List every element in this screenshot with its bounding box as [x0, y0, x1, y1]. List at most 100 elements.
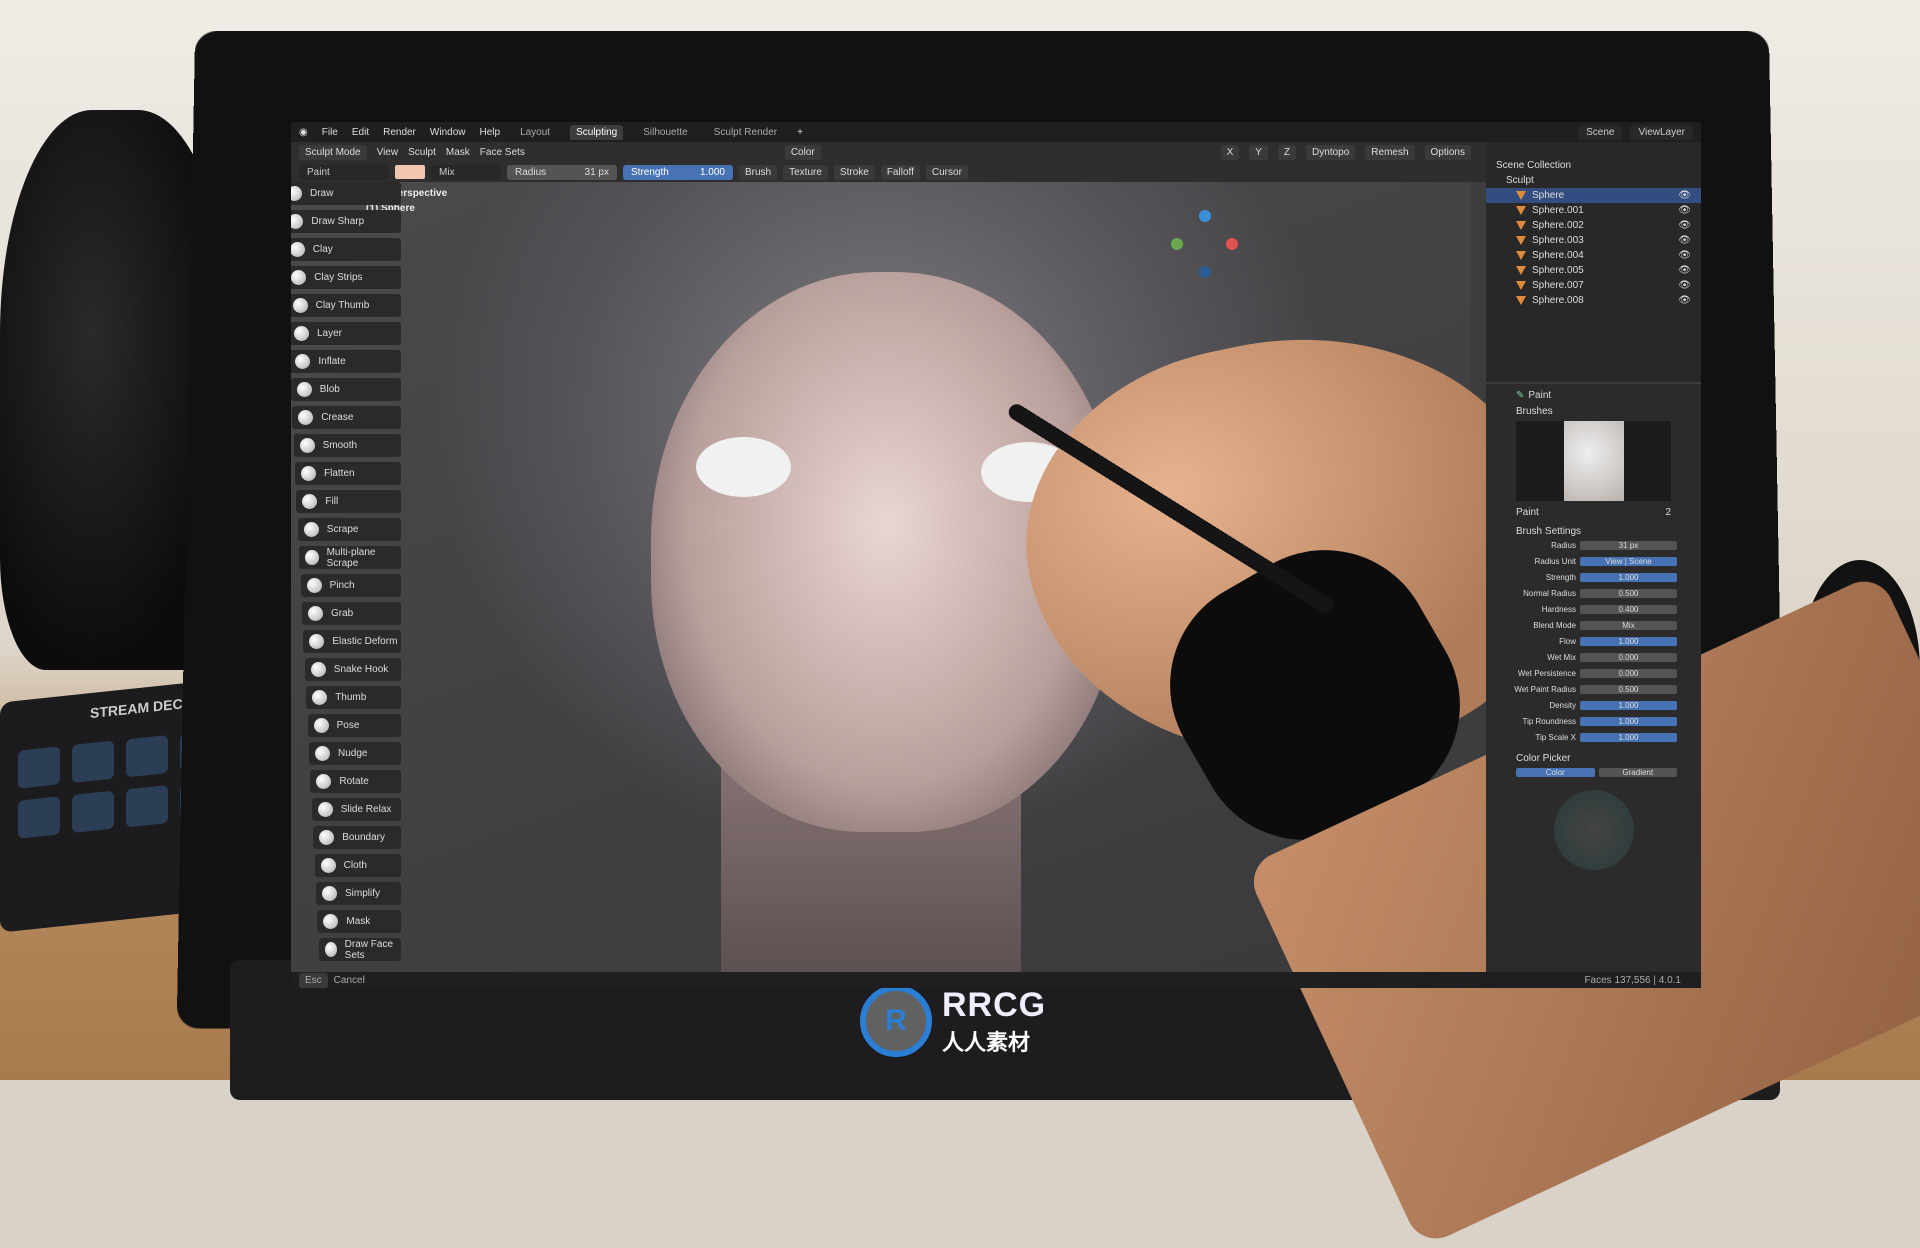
add-workspace-button[interactable]: + [797, 127, 803, 138]
color-wheel[interactable] [1553, 790, 1634, 870]
collection-sculpt[interactable]: Sculpt [1486, 173, 1701, 188]
outliner-object[interactable]: Sphere.007 👁 [1486, 278, 1701, 293]
tab-layout[interactable]: Layout [514, 125, 556, 140]
setting-value-field[interactable]: 1.000 [1580, 637, 1677, 646]
brush-settings-header[interactable]: Brush Settings [1486, 526, 1701, 537]
brush-selector[interactable]: Paint [299, 164, 389, 180]
color-picker-header[interactable]: Color Picker [1486, 753, 1701, 764]
visibility-eye-icon[interactable]: 👁 [1678, 265, 1691, 276]
radius-slider[interactable]: Radius 31 px [507, 164, 617, 180]
tool-inflate[interactable]: Inflate [291, 350, 401, 373]
cursor-dropdown[interactable]: Cursor [925, 164, 968, 180]
tool-multi-plane-scrape[interactable]: Multi-plane Scrape [299, 546, 401, 569]
tool-flatten[interactable]: Flatten [295, 462, 401, 485]
blend-mode-select[interactable]: Mix [431, 164, 501, 180]
visibility-eye-icon[interactable]: 👁 [1678, 250, 1691, 261]
tool-grab[interactable]: Grab [302, 602, 401, 625]
tool-nudge[interactable]: Nudge [309, 742, 401, 765]
symmetry-z[interactable]: Z [1277, 144, 1297, 160]
brush-color-swatch[interactable] [395, 165, 425, 179]
tool-slide-relax[interactable]: Slide Relax [311, 798, 401, 821]
view-layer-selector[interactable]: ViewLayer [1630, 124, 1693, 140]
tab-gradient[interactable]: Gradient [1598, 768, 1677, 777]
menu-sculpt[interactable]: Sculpt [408, 147, 436, 158]
tool-pinch[interactable]: Pinch [300, 574, 401, 597]
visibility-eye-icon[interactable]: 👁 [1678, 190, 1691, 201]
tool-blob[interactable]: Blob [291, 378, 401, 401]
setting-value-field[interactable]: 1.000 [1580, 717, 1677, 726]
setting-value-field[interactable]: 1.000 [1580, 573, 1677, 582]
tool-crease[interactable]: Crease [292, 406, 401, 429]
setting-value-field[interactable]: View | Scene [1580, 557, 1677, 566]
tool-fill[interactable]: Fill [296, 490, 401, 513]
setting-value-field[interactable]: 0.000 [1580, 669, 1677, 678]
tool-snake-hook[interactable]: Snake Hook [304, 658, 401, 681]
visibility-eye-icon[interactable]: 👁 [1678, 280, 1691, 291]
setting-value-field[interactable]: 1.000 [1580, 701, 1677, 710]
outliner-object[interactable]: Sphere.001 👁 [1486, 203, 1701, 218]
menu-mask[interactable]: Mask [446, 147, 470, 158]
tool-rotate[interactable]: Rotate [310, 770, 401, 793]
tool-clay[interactable]: Clay [291, 238, 401, 261]
remesh-dropdown[interactable]: Remesh [1365, 144, 1415, 160]
tool-simplify[interactable]: Simplify [316, 882, 401, 905]
outliner-object[interactable]: Sphere.002 👁 [1486, 218, 1701, 233]
menu-edit[interactable]: Edit [352, 127, 369, 138]
tool-elastic-deform[interactable]: Elastic Deform [303, 630, 401, 653]
menu-render[interactable]: Render [383, 127, 416, 138]
tool-clay-thumb[interactable]: Clay Thumb [291, 294, 401, 317]
visibility-eye-icon[interactable]: 👁 [1678, 295, 1691, 306]
dyntopo-dropdown[interactable]: Dyntopo [1306, 144, 1356, 160]
navigation-gizmo[interactable] [1171, 210, 1241, 290]
setting-value-field[interactable]: 31 px [1580, 541, 1677, 550]
symmetry-x[interactable]: X [1220, 144, 1240, 160]
menu-view[interactable]: View [377, 147, 399, 158]
outliner-object[interactable]: Sphere 👁 [1486, 188, 1701, 203]
tool-draw-face-sets[interactable]: Draw Face Sets [318, 938, 401, 961]
tab-color[interactable]: Color [1516, 768, 1595, 777]
tool-boundary[interactable]: Boundary [313, 826, 401, 849]
scene-collection[interactable]: Scene Collection [1486, 158, 1701, 173]
stroke-dropdown[interactable]: Stroke [833, 164, 875, 180]
tool-layer[interactable]: Layer [291, 322, 401, 345]
tab-silhouette[interactable]: Silhouette [637, 125, 693, 140]
menu-face-sets[interactable]: Face Sets [480, 147, 525, 158]
menu-file[interactable]: File [322, 127, 338, 138]
visibility-eye-icon[interactable]: 👁 [1678, 205, 1691, 216]
blender-logo-icon[interactable]: ◉ [299, 127, 308, 138]
outliner-object[interactable]: Sphere.004 👁 [1486, 248, 1701, 263]
tool-clay-strips[interactable]: Clay Strips [291, 266, 401, 289]
setting-value-field[interactable]: Mix [1580, 621, 1677, 630]
setting-value-field[interactable]: 0.000 [1580, 653, 1677, 662]
falloff-dropdown[interactable]: Falloff [880, 164, 920, 180]
setting-value-field[interactable]: 0.500 [1580, 685, 1677, 694]
visibility-eye-icon[interactable]: 👁 [1678, 220, 1691, 231]
texture-dropdown[interactable]: Texture [783, 164, 828, 180]
tool-cloth[interactable]: Cloth [314, 854, 401, 877]
setting-value-field[interactable]: 0.500 [1580, 589, 1677, 598]
tool-mask[interactable]: Mask [317, 910, 401, 933]
brushes-panel-header[interactable]: Brushes [1486, 406, 1701, 417]
brush-dropdown[interactable]: Brush [739, 164, 778, 180]
color-mode-selector[interactable]: Color [784, 144, 821, 160]
tool-scrape[interactable]: Scrape [297, 518, 401, 541]
outliner-object[interactable]: Sphere.005 👁 [1486, 263, 1701, 278]
tab-sculpt-render[interactable]: Sculpt Render [708, 125, 783, 140]
scene-selector[interactable]: Scene [1578, 124, 1623, 140]
tool-thumb[interactable]: Thumb [306, 686, 401, 709]
tool-smooth[interactable]: Smooth [293, 434, 401, 457]
tool-pose[interactable]: Pose [307, 714, 401, 737]
setting-value-field[interactable]: 1.000 [1580, 733, 1677, 742]
strength-slider[interactable]: Strength 1.000 [623, 164, 733, 180]
menu-window[interactable]: Window [430, 127, 466, 138]
tool-draw[interactable]: Draw [291, 182, 401, 205]
options-dropdown[interactable]: Options [1424, 144, 1471, 160]
mode-selector[interactable]: Sculpt Mode [299, 144, 367, 160]
setting-value-field[interactable]: 0.400 [1580, 605, 1677, 614]
outliner-object[interactable]: Sphere.008 👁 [1486, 293, 1701, 308]
outliner-object[interactable]: Sphere.003 👁 [1486, 233, 1701, 248]
visibility-eye-icon[interactable]: 👁 [1678, 235, 1691, 246]
menu-help[interactable]: Help [479, 127, 500, 138]
tool-draw-sharp[interactable]: Draw Sharp [291, 210, 401, 233]
brush-preview[interactable] [1516, 421, 1671, 501]
